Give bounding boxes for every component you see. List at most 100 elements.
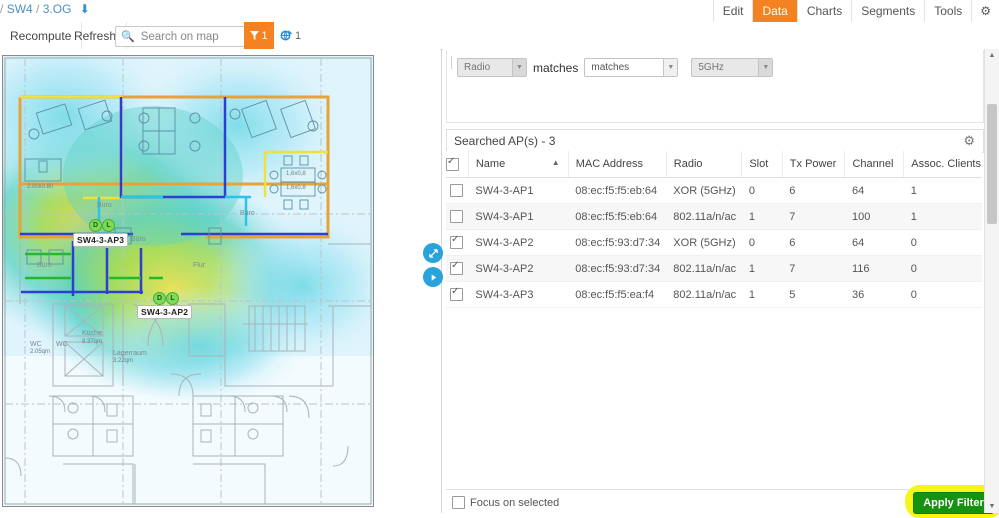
- ap-radio-dot: D: [153, 292, 166, 305]
- cell-slot: 1: [741, 203, 783, 230]
- cell-clients: 0: [903, 229, 982, 256]
- row-select-cell[interactable]: [446, 255, 469, 282]
- tab-charts[interactable]: Charts: [796, 0, 852, 22]
- tab-tools-label: Tools: [934, 4, 963, 18]
- column-header-radio[interactable]: Radio: [666, 151, 743, 178]
- table-row[interactable]: SW4-3-AP3 08:ec:f5:f5:ea:f4 802.11a/n/ac…: [446, 281, 982, 308]
- tab-charts-label: Charts: [806, 4, 843, 18]
- filter-builder: Radio ▼ matches matches ▼ 5GHz ▼: [446, 50, 984, 123]
- search-input[interactable]: [138, 29, 243, 44]
- apply-filter-label: Apply Filter: [923, 497, 984, 509]
- tab-edit-label: Edit: [722, 4, 744, 18]
- column-header-channel-label: Channel: [852, 158, 894, 170]
- recompute-label: Recompute: [10, 28, 72, 43]
- row-select-cell[interactable]: [446, 177, 469, 204]
- cell-name: SW4-3-AP3: [468, 281, 569, 308]
- expand-arrows-icon[interactable]: [423, 243, 443, 263]
- tab-data[interactable]: Data: [752, 0, 797, 22]
- overlay-button[interactable]: 1: [276, 22, 305, 49]
- breadcrumb-floor[interactable]: 3.OG: [43, 2, 72, 16]
- row-checkbox[interactable]: [450, 210, 464, 223]
- overlay-count: 1: [295, 29, 302, 42]
- focus-on-selected-control[interactable]: Focus on selected: [452, 496, 559, 509]
- dimension-label: 1,6x0,8: [286, 185, 306, 191]
- tab-tools[interactable]: Tools: [924, 0, 972, 22]
- row-select-cell[interactable]: [446, 229, 469, 256]
- select-all-checkbox[interactable]: [446, 156, 459, 171]
- filter-button[interactable]: 1: [244, 22, 274, 49]
- data-panel: Radio ▼ matches matches ▼ 5GHz ▼ Searche…: [443, 49, 999, 518]
- scroll-up-arrow-icon[interactable]: ▲: [985, 49, 999, 62]
- table-row[interactable]: SW4-3-AP1 08:ec:f5:f5:eb:64 XOR (5GHz) 0…: [446, 177, 982, 204]
- focus-on-selected-checkbox[interactable]: [452, 496, 465, 509]
- row-checkbox[interactable]: [450, 234, 464, 249]
- column-header-txpower-label: Tx Power: [789, 158, 837, 170]
- select-all-header[interactable]: [446, 151, 469, 178]
- row-checkbox[interactable]: [450, 184, 464, 197]
- scroll-down-arrow-icon[interactable]: ▼: [985, 500, 999, 513]
- globe-pin-icon: [280, 30, 292, 41]
- ap-radio-dot: L: [166, 292, 179, 305]
- search-icon: 🔍: [121, 31, 135, 43]
- ap-marker-icons-ap3[interactable]: D L: [89, 219, 115, 232]
- ap-label-ap2[interactable]: SW4-3-AP2: [137, 305, 193, 319]
- table-header-row: Name ▲ MAC Address Radio Slot Tx Power C…: [446, 151, 982, 178]
- table-row[interactable]: SW4-3-AP1 08:ec:f5:f5:eb:64 802.11a/n/ac…: [446, 203, 982, 230]
- cell-slot: 1: [741, 281, 783, 308]
- tab-segments[interactable]: Segments: [851, 0, 925, 22]
- filter-value-select[interactable]: 5GHz ▼: [691, 58, 774, 77]
- ap-label-ap3[interactable]: SW4-3-AP3: [73, 233, 129, 247]
- dimension-label: 1,6x0,8: [286, 171, 306, 177]
- apply-filter-button[interactable]: Apply Filter: [913, 492, 994, 514]
- search-on-map-box[interactable]: 🔍: [115, 26, 245, 47]
- cell-channel: 100: [844, 203, 904, 230]
- dimension-label: 8.37qm: [82, 339, 103, 345]
- row-select-cell[interactable]: [446, 203, 469, 230]
- floorplan-vectors: [4, 57, 372, 505]
- panel-scrollbar[interactable]: ▲ ▼: [984, 49, 999, 513]
- column-header-name[interactable]: Name ▲: [468, 151, 569, 178]
- column-header-channel[interactable]: Channel: [844, 151, 905, 178]
- cell-name: SW4-3-AP2: [468, 229, 569, 256]
- play-right-icon[interactable]: [423, 267, 443, 287]
- settings-gear-icon[interactable]: ⚙: [971, 0, 999, 22]
- cell-radio: 802.11a/n/ac: [666, 255, 742, 282]
- row-select-cell[interactable]: [446, 281, 469, 308]
- chevron-down-icon: ▼: [758, 59, 773, 76]
- row-checkbox[interactable]: [450, 260, 464, 275]
- ap-radio-dot: L: [102, 219, 115, 232]
- table-row[interactable]: SW4-3-AP2 08:ec:f5:93:d7:34 802.11a/n/ac…: [446, 255, 982, 282]
- download-arrow-icon[interactable]: ⬇: [80, 2, 90, 16]
- cell-clients: 0: [903, 255, 982, 282]
- floorplan-canvas[interactable]: D L SW4-3-AP3 D L SW4-3-AP2 Büro Büro Bü…: [2, 55, 374, 507]
- column-header-slot[interactable]: Slot: [741, 151, 783, 178]
- filter-matches-label: matches: [533, 60, 579, 75]
- ap-marker-icons-ap2[interactable]: D L: [153, 292, 179, 305]
- ap-results-table: Name ▲ MAC Address Radio Slot Tx Power C…: [446, 151, 982, 308]
- wifi-planner-app: / SW4 / 3.OG ⬇ Edit Data Charts Segments…: [0, 0, 999, 518]
- column-header-clients[interactable]: Assoc. Clients: [903, 151, 982, 178]
- chevron-down-icon: ▼: [663, 59, 678, 76]
- cell-txpower: 7: [782, 255, 845, 282]
- breadcrumb-site[interactable]: SW4: [7, 2, 33, 16]
- column-header-mac[interactable]: MAC Address: [568, 151, 667, 178]
- table-row[interactable]: SW4-3-AP2 08:ec:f5:93:d7:34 XOR (5GHz) 0…: [446, 229, 982, 256]
- filter-operator-value: matches: [591, 62, 630, 73]
- column-header-txpower[interactable]: Tx Power: [782, 151, 846, 178]
- row-checkbox[interactable]: [450, 286, 464, 301]
- room-label: Büro: [131, 236, 146, 243]
- rf-heatmap-overlay: [3, 56, 373, 406]
- cell-txpower: 7: [782, 203, 845, 230]
- scrollbar-thumb[interactable]: [987, 104, 997, 224]
- cell-txpower: 6: [782, 177, 845, 204]
- cell-txpower: 5: [782, 281, 845, 308]
- tab-data-label: Data: [762, 4, 788, 18]
- room-label: Lagerraum: [113, 350, 147, 357]
- filter-field-select[interactable]: Radio ▼: [457, 58, 527, 77]
- cell-radio: XOR (5GHz): [666, 177, 742, 204]
- tab-edit[interactable]: Edit: [712, 0, 753, 22]
- results-gear-icon[interactable]: ⚙: [963, 133, 975, 149]
- filter-operator-select[interactable]: matches ▼: [584, 58, 679, 77]
- floorplan-map-area[interactable]: D L SW4-3-AP3 D L SW4-3-AP2 Büro Büro Bü…: [0, 49, 440, 513]
- cell-channel: 64: [844, 177, 904, 204]
